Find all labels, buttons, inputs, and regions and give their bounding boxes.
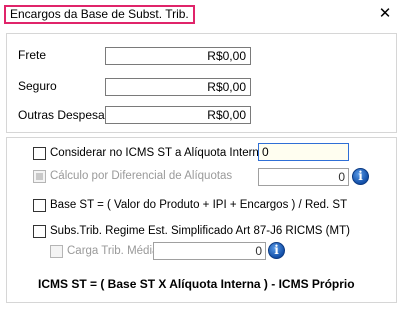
considerar-aliquota-checkbox[interactable] [33, 147, 46, 160]
carga-trib-field[interactable]: 0 [153, 242, 266, 260]
icms-st-formula: ICMS ST = ( Base ST X Alíquota Interna )… [38, 277, 355, 291]
subs-trib-label: Subs.Trib. Regime Est. Simplificado Art … [50, 225, 350, 237]
calculo-diferencial-checkbox[interactable] [33, 170, 46, 183]
aliquota-interna-input[interactable]: 0 [258, 143, 349, 161]
dialog-window: Encargos da Base de Subst. Trib. ✕ Frete… [0, 0, 405, 310]
seguro-label: Seguro [18, 79, 57, 93]
info-icon[interactable]: i [352, 168, 369, 185]
calculo-diferencial-label: Cálculo por Diferencial de Alíquotas [50, 170, 233, 182]
base-st-label: Base ST = ( Valor do Produto + IPI + Enc… [50, 199, 348, 211]
outras-despesas-field[interactable]: R$0,00 [105, 106, 251, 124]
seguro-field[interactable]: R$0,00 [105, 78, 251, 96]
outras-despesas-label: Outras Despesas [18, 108, 111, 122]
frete-field[interactable]: R$0,00 [105, 47, 251, 65]
window-title: Encargos da Base de Subst. Trib. [4, 5, 195, 24]
carga-trib-label: Carga Trib. Média [67, 245, 159, 257]
calculo-diferencial-field[interactable]: 0 [258, 168, 349, 186]
carga-trib-checkbox[interactable] [50, 245, 63, 258]
close-button[interactable]: ✕ [376, 5, 394, 23]
frete-label: Frete [18, 48, 47, 62]
subs-trib-checkbox[interactable] [33, 225, 46, 238]
considerar-aliquota-label: Considerar no ICMS ST a Alíquota Interna… [50, 147, 269, 159]
info-icon[interactable]: i [268, 242, 285, 259]
base-st-checkbox[interactable] [33, 199, 46, 212]
